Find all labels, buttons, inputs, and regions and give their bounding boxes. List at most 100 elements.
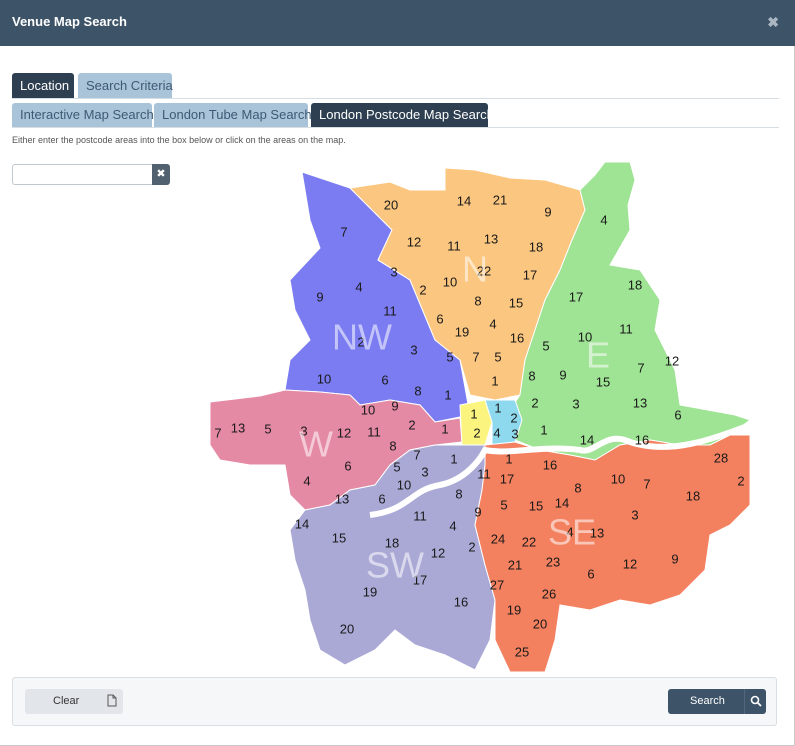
district-label[interactable]: 19 — [455, 324, 469, 339]
district-label[interactable]: 2 — [419, 282, 426, 297]
district-label[interactable]: 8 — [474, 293, 481, 308]
district-label[interactable]: 21 — [508, 557, 522, 572]
district-label[interactable]: 5 — [542, 338, 549, 353]
district-label[interactable]: 1 — [540, 422, 547, 437]
district-label[interactable]: 20 — [384, 197, 398, 212]
district-label[interactable]: 20 — [533, 616, 547, 631]
district-label[interactable]: 11 — [413, 508, 427, 523]
district-label[interactable]: 18 — [529, 239, 543, 254]
district-label[interactable]: 6 — [674, 407, 681, 422]
district-label[interactable]: 13 — [484, 231, 498, 246]
district-label[interactable]: 15 — [509, 295, 523, 310]
nw-10[interactable]: 10 — [317, 371, 331, 386]
district-label[interactable]: 13 — [231, 420, 245, 435]
district-label[interactable]: 18 — [686, 488, 700, 503]
district-label[interactable]: 1 — [494, 400, 501, 415]
district-label[interactable]: 3 — [421, 464, 428, 479]
district-label[interactable]: 15 — [332, 530, 346, 545]
tab-interactive-map-search[interactable]: Interactive Map Search — [12, 103, 154, 127]
district-label[interactable]: 6 — [344, 458, 351, 473]
tab-london-tube-map-search[interactable]: London Tube Map Search — [154, 103, 312, 127]
district-label[interactable]: 4 — [600, 212, 607, 227]
district-label[interactable]: 2 — [737, 473, 744, 488]
district-label[interactable]: 4 — [449, 518, 456, 533]
district-label[interactable]: 12 — [623, 556, 637, 571]
district-label[interactable]: 23 — [546, 554, 560, 569]
postcode-input[interactable] — [12, 164, 152, 185]
nw-4[interactable]: 4 — [355, 279, 362, 294]
district-label[interactable]: 17 — [500, 471, 514, 486]
district-label[interactable]: 19 — [363, 584, 377, 599]
district-label[interactable]: 6 — [436, 311, 443, 326]
district-label[interactable]: 11 — [367, 424, 381, 439]
district-label[interactable]: 14 — [555, 495, 569, 510]
nw-8[interactable]: 8 — [414, 383, 421, 398]
district-label[interactable]: 8 — [389, 438, 396, 453]
district-label[interactable]: 18 — [628, 277, 642, 292]
district-label[interactable]: 27 — [490, 577, 504, 592]
district-label[interactable]: 3 — [390, 264, 397, 279]
times-icon[interactable]: ✖ — [152, 164, 170, 185]
district-label[interactable]: 26 — [542, 586, 556, 601]
district-label[interactable]: 12 — [665, 353, 679, 368]
district-label[interactable]: 2 — [510, 410, 517, 425]
district-label[interactable]: 25 — [515, 644, 529, 659]
district-label[interactable]: 12 — [431, 545, 445, 560]
district-label[interactable]: 5 — [264, 421, 271, 436]
district-label[interactable]: 8 — [455, 486, 462, 501]
district-label[interactable]: 2 — [408, 417, 415, 432]
district-label[interactable]: 3 — [572, 396, 579, 411]
district-label[interactable]: 17 — [523, 267, 537, 282]
nw-5[interactable]: 5 — [446, 349, 453, 364]
nw-6[interactable]: 6 — [381, 372, 388, 387]
district-label[interactable]: 1 — [441, 421, 448, 436]
district-label[interactable]: 9 — [559, 367, 566, 382]
tab-search-criteria[interactable]: Search Criteria — [78, 73, 173, 98]
district-label[interactable]: 9 — [474, 504, 481, 519]
nw-7[interactable]: 7 — [340, 224, 347, 239]
district-label[interactable]: 9 — [671, 551, 678, 566]
district-label[interactable]: 28 — [714, 450, 728, 465]
district-label[interactable]: 16 — [454, 594, 468, 609]
district-label[interactable]: 3 — [511, 426, 518, 441]
district-label[interactable]: 14 — [457, 193, 471, 208]
district-label[interactable]: 11 — [477, 466, 491, 481]
district-label[interactable]: 1 — [450, 451, 457, 466]
district-label[interactable]: 21 — [493, 192, 507, 207]
district-label[interactable]: 7 — [214, 425, 221, 440]
district-label[interactable]: 16 — [635, 432, 649, 447]
nw-3[interactable]: 3 — [410, 342, 417, 357]
district-label[interactable]: 11 — [447, 238, 461, 253]
district-label[interactable]: 12 — [337, 425, 351, 440]
tab-location[interactable]: Location — [12, 73, 74, 98]
district-label[interactable]: 1 — [470, 406, 477, 421]
district-label[interactable]: 14 — [580, 432, 594, 447]
district-label[interactable]: 6 — [587, 566, 594, 581]
district-label[interactable]: 9 — [544, 204, 551, 219]
search-button[interactable]: Search — [668, 689, 766, 714]
district-label[interactable]: 15 — [596, 374, 610, 389]
district-label[interactable]: 19 — [507, 602, 521, 617]
district-label[interactable]: 2 — [468, 539, 475, 554]
district-label[interactable]: 6 — [378, 491, 385, 506]
district-label[interactable]: 2 — [531, 395, 538, 410]
district-label[interactable]: 5 — [494, 349, 501, 364]
district-label[interactable]: 1 — [505, 451, 512, 466]
district-label[interactable]: 10 — [361, 402, 375, 417]
district-label[interactable]: 5 — [393, 459, 400, 474]
district-label[interactable]: 17 — [569, 289, 583, 304]
district-label[interactable]: 4 — [489, 316, 496, 331]
tab-london-postcode-map-search[interactable]: London Postcode Map Search — [311, 103, 494, 127]
district-label[interactable]: 4 — [303, 473, 310, 488]
district-label[interactable]: 24 — [491, 531, 505, 546]
nw-9[interactable]: 9 — [316, 289, 323, 304]
district-label[interactable]: 4 — [493, 425, 500, 440]
district-label[interactable]: 10 — [397, 477, 411, 492]
district-label[interactable]: 8 — [528, 368, 535, 383]
district-label[interactable]: 22 — [522, 534, 536, 549]
district-label[interactable]: 11 — [619, 321, 633, 336]
district-label[interactable]: 12 — [407, 234, 421, 249]
district-label[interactable]: 7 — [643, 476, 650, 491]
district-label[interactable]: 15 — [529, 498, 543, 513]
district-label[interactable]: 7 — [413, 447, 420, 462]
